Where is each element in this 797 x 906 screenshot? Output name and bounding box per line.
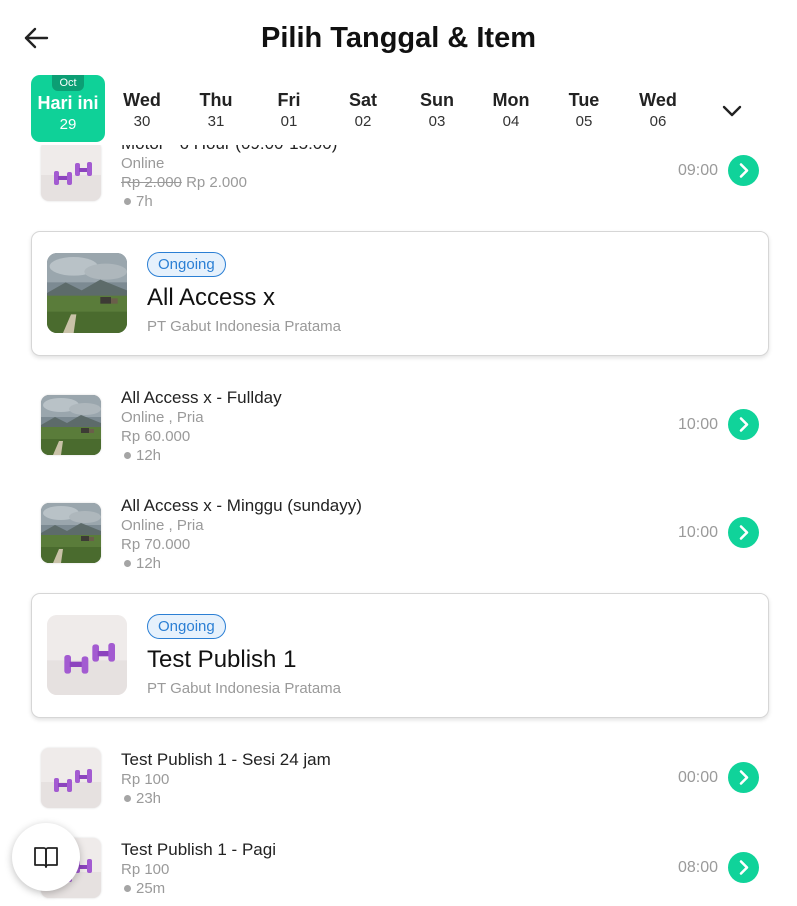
event-organizer: PT Gabut Indonesia Pratama — [147, 318, 342, 335]
date-item-today[interactable]: Oct Hari ini 29 — [31, 75, 105, 142]
expand-dates-button[interactable] — [718, 97, 746, 125]
chevron-right-icon — [739, 163, 749, 178]
go-button[interactable] — [728, 852, 759, 883]
item-time: 10:00 — [677, 524, 718, 541]
item-price: Rp 100 — [121, 771, 170, 788]
item-duration: 12h — [121, 447, 161, 464]
chevron-right-icon — [739, 860, 749, 875]
date-day-num: 04 — [502, 113, 520, 130]
item-price-current: Rp 2.000 — [186, 174, 247, 191]
item-price: Rp 2.000 Rp 2.000 — [121, 174, 247, 191]
date-today-num: 29 — [59, 116, 77, 133]
date-day-name: Sat — [348, 90, 377, 110]
event-card[interactable]: Ongoing Test Publish 1 PT Gabut Indonesi… — [31, 593, 769, 718]
status-badge: Ongoing — [147, 614, 226, 639]
event-organizer: PT Gabut Indonesia Pratama — [147, 680, 342, 697]
item-thumbnail — [41, 141, 101, 201]
item-time: 09:00 — [677, 162, 718, 179]
guide-button[interactable] — [12, 823, 80, 891]
page-header: Pilih Tanggal & Item — [0, 0, 797, 75]
date-day-num: 05 — [575, 113, 593, 130]
event-thumbnail — [47, 253, 127, 333]
date-item[interactable]: Sat 02 — [328, 90, 398, 130]
item-name: Test Publish 1 - Pagi — [121, 840, 276, 859]
item-name: All Access x - Fullday — [121, 388, 282, 407]
item-price: Rp 70.000 — [121, 536, 191, 553]
date-day-name: Mon — [492, 90, 530, 110]
item-time: 08:00 — [677, 859, 718, 876]
chevron-right-icon — [739, 770, 749, 785]
date-day-name: Wed — [639, 90, 677, 110]
event-thumbnail — [47, 615, 127, 695]
date-day-num: 01 — [280, 113, 298, 130]
item-subtitle: Online , Pria — [121, 517, 204, 534]
item-name: Test Publish 1 - Sesi 24 jam — [121, 750, 331, 769]
date-item[interactable]: Wed 30 — [107, 90, 177, 130]
item-thumbnail — [41, 503, 101, 563]
chevron-down-icon — [722, 105, 742, 117]
item-thumbnail — [41, 395, 101, 455]
list-item[interactable]: All Access x - Fullday Online , Pria Rp … — [0, 382, 797, 472]
date-item[interactable]: Mon 04 — [476, 90, 546, 130]
date-day-num: 06 — [649, 113, 667, 130]
date-item[interactable]: Wed 06 — [623, 90, 693, 130]
date-day-num: 03 — [428, 113, 446, 130]
item-thumbnail — [41, 748, 101, 808]
date-day-name: Sun — [420, 90, 454, 110]
event-card[interactable]: Ongoing All Access x PT Gabut Indonesia … — [31, 231, 769, 356]
item-subtitle: Online , Pria — [121, 409, 204, 426]
date-item[interactable]: Thu 31 — [181, 90, 251, 130]
status-badge: Ongoing — [147, 252, 226, 277]
item-time: 00:00 — [677, 769, 718, 786]
event-title: Test Publish 1 — [147, 646, 297, 673]
date-month-label: Oct — [52, 75, 84, 91]
chevron-right-icon — [739, 417, 749, 432]
date-item[interactable]: Tue 05 — [549, 90, 619, 130]
date-day-num: 31 — [207, 113, 225, 130]
item-duration: 12h — [121, 555, 161, 572]
list-item[interactable]: Test Publish 1 - Sesi 24 jam Rp 100 23h … — [0, 744, 797, 834]
date-day-name: Wed — [123, 90, 161, 110]
book-open-icon — [34, 847, 58, 868]
item-duration: 25m — [121, 880, 165, 897]
list-item[interactable]: All Access x - Minggu (sundayy) Online ,… — [0, 490, 797, 580]
item-duration: 7h — [121, 193, 153, 210]
date-day-num: 30 — [133, 113, 151, 130]
item-price-old: Rp 2.000 — [121, 174, 182, 191]
page-title: Pilih Tanggal & Item — [261, 22, 536, 54]
event-title: All Access x — [147, 284, 276, 311]
go-button[interactable] — [728, 762, 759, 793]
date-item[interactable]: Sun 03 — [402, 90, 472, 130]
date-day-num: 02 — [354, 113, 372, 130]
item-subtitle: Online — [121, 155, 165, 172]
date-day-name: Thu — [199, 90, 233, 110]
go-button[interactable] — [728, 517, 759, 548]
item-name: All Access x - Minggu (sundayy) — [121, 496, 362, 515]
list-item[interactable]: Test Publish 1 - Pagi Rp 100 25m 08:00 — [0, 834, 797, 906]
item-duration: 23h — [121, 790, 161, 807]
go-button[interactable] — [728, 155, 759, 186]
item-price: Rp 100 — [121, 861, 170, 878]
item-time: 10:00 — [677, 416, 718, 433]
date-day-name: Tue — [568, 90, 600, 110]
date-selector: Oct Hari ini 29 Wed 30 Thu 31 Fri 01 Sat… — [0, 75, 797, 145]
date-item[interactable]: Fri 01 — [254, 90, 324, 130]
go-button[interactable] — [728, 409, 759, 440]
date-day-name: Fri — [277, 90, 301, 110]
chevron-right-icon — [739, 525, 749, 540]
date-today-label: Hari ini — [37, 93, 99, 113]
item-price: Rp 60.000 — [121, 428, 191, 445]
